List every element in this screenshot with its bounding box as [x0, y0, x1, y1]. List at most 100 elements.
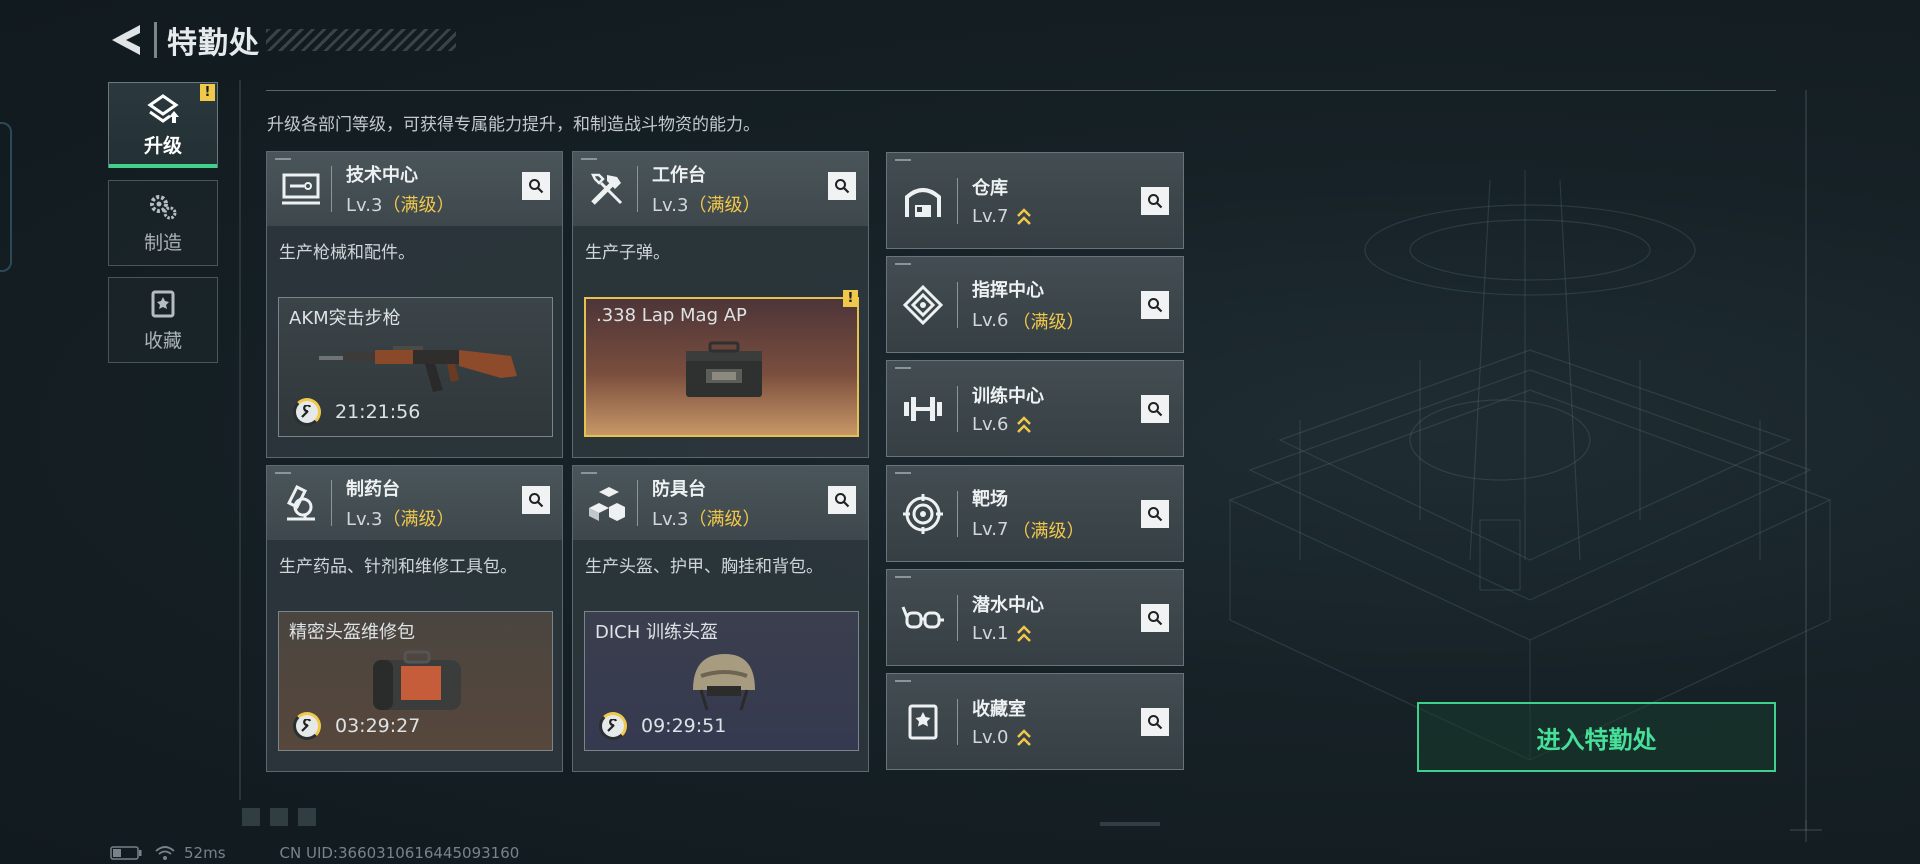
ping-value: 52ms: [184, 844, 226, 862]
tab-upgrade[interactable]: ! 升级: [108, 82, 218, 168]
warning-badge: !: [843, 290, 858, 307]
wifi-icon: [155, 846, 175, 860]
product-name: 精密头盔维修包: [289, 622, 415, 643]
facility-row-training-center[interactable]: 训练中心 Lv.6: [886, 360, 1184, 457]
details-search-button[interactable]: [1141, 708, 1169, 736]
facility-name: 训练中心: [972, 386, 1044, 407]
facility-row-warehouse[interactable]: 仓库 Lv.7: [886, 152, 1184, 249]
details-search-button[interactable]: [522, 172, 550, 200]
production-slot[interactable]: DICH 训练头盔 09:29:51: [584, 611, 859, 751]
facility-name: 指挥中心: [972, 279, 1044, 301]
title-stripes-decoration: [266, 29, 456, 51]
dept-card-tech-center[interactable]: 技术中心 Lv.3（满级） 生产枪械和配件。 AKM突击步枪 21:21:56: [266, 151, 563, 458]
back-arrow-icon: [112, 25, 140, 55]
production-slot[interactable]: AKM突击步枪 21:21:56: [278, 297, 553, 437]
wrench-timer-icon: [293, 398, 321, 426]
top-divider: [266, 90, 1776, 91]
row-divider: [957, 698, 958, 745]
card-header: 技术中心 Lv.3（满级）: [267, 152, 562, 226]
collection-icon: [151, 290, 175, 317]
header-divider: [154, 22, 157, 58]
search-icon: [835, 493, 850, 508]
dept-description: 生产枪械和配件。: [279, 243, 415, 263]
card-header: 工作台 Lv.3（满级）: [573, 152, 868, 226]
details-search-button[interactable]: [1141, 291, 1169, 319]
upgrade-available-icon: [1017, 415, 1032, 433]
product-name: AKM突击步枪: [289, 308, 401, 329]
facility-name: 靶场: [972, 488, 1008, 510]
command-center-icon: [893, 275, 953, 335]
dept-level: Lv.3（满级）: [652, 191, 760, 217]
details-search-button[interactable]: [828, 486, 856, 514]
enter-special-ops-button[interactable]: 进入特勤处: [1417, 702, 1776, 772]
upgrade-available-icon: [1017, 207, 1032, 225]
level-value: Lv.6: [972, 310, 1009, 331]
search-icon: [1148, 611, 1163, 626]
facility-level: Lv.0: [972, 727, 1032, 748]
left-edge-handle[interactable]: [0, 122, 12, 272]
facility-row-diving-center[interactable]: 潜水中心 Lv.1: [886, 569, 1184, 666]
facility-row-command-center[interactable]: 指挥中心 Lv.6 （满级）: [886, 256, 1184, 353]
production-timer: 09:29:51: [599, 712, 726, 740]
diving-goggles-icon: [893, 588, 953, 648]
level-value: Lv.3: [652, 195, 689, 216]
details-search-button[interactable]: [828, 172, 856, 200]
card-header: 防具台 Lv.3（满级）: [573, 466, 868, 540]
dept-description: 生产头盔、护甲、胸挂和背包。: [585, 557, 823, 577]
production-slot[interactable]: 精密头盔维修包 03:29:27: [278, 611, 553, 751]
timer-value: 03:29:27: [335, 715, 421, 737]
wrench-timer-icon: [293, 712, 321, 740]
details-search-button[interactable]: [1141, 187, 1169, 215]
microscope-icon: [271, 473, 331, 533]
facility-name: 潜水中心: [972, 595, 1044, 616]
search-icon: [1148, 507, 1163, 522]
search-icon: [1148, 715, 1163, 730]
max-level-label: （满级）: [382, 195, 455, 216]
upgrade-icon: [147, 93, 179, 123]
row-divider: [957, 177, 958, 224]
facility-row-shooting-range[interactable]: 靶场 Lv.7 （满级）: [886, 465, 1184, 562]
tab-label: 收藏: [143, 329, 182, 352]
workbench-tools-icon: [577, 159, 637, 219]
level-value: Lv.7: [972, 206, 1009, 227]
collection-room-icon: [893, 692, 953, 752]
page-header: 特勤处: [108, 18, 456, 62]
facility-level: Lv.7 （满级）: [972, 517, 1084, 543]
header-divider: [637, 480, 638, 526]
search-icon: [1148, 194, 1163, 209]
back-button[interactable]: [108, 20, 144, 60]
warning-badge: !: [200, 84, 215, 101]
facility-row-collection-room[interactable]: 收藏室 Lv.0: [886, 673, 1184, 770]
upgrade-available-icon: [1017, 728, 1032, 746]
tab-craft[interactable]: 制造: [108, 180, 218, 266]
status-footer: 52ms CN UID:3660310616445093160: [110, 844, 519, 862]
details-search-button[interactable]: [1141, 604, 1169, 632]
details-search-button[interactable]: [1141, 395, 1169, 423]
dept-card-workbench[interactable]: 工作台 Lv.3（满级） 生产子弹。 ! .338 Lap Mag AP: [572, 151, 869, 458]
production-slot[interactable]: ! .338 Lap Mag AP: [584, 290, 859, 437]
max-level-label: （满级）: [1012, 311, 1085, 333]
product-name: DICH 训练头盔: [595, 622, 718, 643]
tab-collection[interactable]: 收藏: [108, 277, 218, 363]
level-value: Lv.0: [972, 727, 1009, 748]
warehouse-icon: [893, 171, 953, 231]
helmet-image: [693, 654, 755, 711]
details-search-button[interactable]: [522, 486, 550, 514]
dept-card-armor[interactable]: 防具台 Lv.3（满级） 生产头盔、护甲、胸挂和背包。 DICH 训练头盔 09…: [572, 465, 869, 772]
production-timer: 21:21:56: [293, 398, 420, 426]
product-name: .338 Lap Mag AP: [596, 305, 747, 326]
facility-level: Lv.6 （满级）: [972, 308, 1084, 334]
search-icon: [835, 179, 850, 194]
dept-name: 制药台: [346, 479, 400, 500]
details-search-button[interactable]: [1141, 500, 1169, 528]
row-divider: [957, 490, 958, 537]
wrench-timer-icon: [599, 712, 627, 740]
page-title: 特勤处: [167, 26, 260, 61]
timer-value: 09:29:51: [641, 715, 727, 737]
row-divider: [957, 281, 958, 328]
dept-card-pharmacy[interactable]: 制药台 Lv.3（满级） 生产药品、针剂和维修工具包。 精密头盔维修包 03:2…: [266, 465, 563, 772]
dept-description: 生产药品、针剂和维修工具包。: [279, 557, 517, 577]
level-value: Lv.7: [972, 519, 1009, 540]
armor-cubes-icon: [577, 473, 637, 533]
dept-level: Lv.3（满级）: [652, 505, 760, 531]
